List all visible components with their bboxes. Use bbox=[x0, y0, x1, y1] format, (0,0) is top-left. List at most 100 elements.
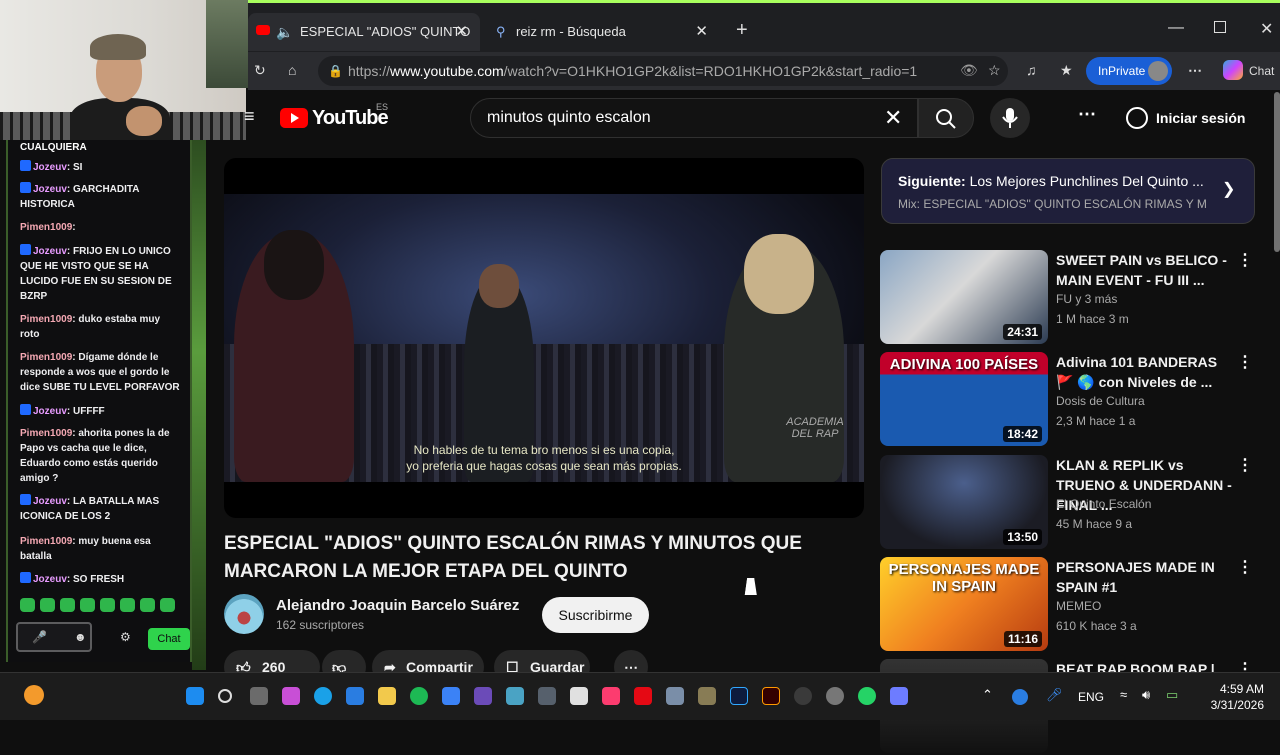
app-icon[interactable] bbox=[538, 687, 556, 705]
youtube-logo[interactable]: YouTube bbox=[280, 106, 389, 130]
chat-username[interactable]: Pimen1009 bbox=[20, 536, 72, 547]
start-icon[interactable] bbox=[186, 687, 204, 705]
scrollbar[interactable] bbox=[1274, 92, 1280, 252]
close-tab-icon[interactable]: ✕ bbox=[695, 13, 708, 51]
more-options-icon[interactable]: ⋮ bbox=[1237, 352, 1253, 372]
chat-send-button[interactable]: Chat bbox=[148, 628, 190, 650]
tracking-prevention-icon[interactable]: 👁 bbox=[960, 62, 978, 79]
voice-search-button[interactable] bbox=[990, 98, 1030, 138]
refresh-icon[interactable]: ↻ bbox=[254, 62, 266, 79]
illustrator-icon[interactable] bbox=[762, 687, 780, 705]
chat-username[interactable]: Pimen1009 bbox=[20, 352, 72, 363]
video-title[interactable]: SWEET PAIN vs BELICO - MAIN EVENT - FU I… bbox=[1056, 250, 1232, 290]
chat-username[interactable]: Pimen1009 bbox=[20, 222, 72, 233]
maximize-icon[interactable] bbox=[1214, 21, 1226, 33]
chat-username[interactable]: Jozeuv bbox=[33, 184, 67, 195]
channel-name[interactable]: Alejandro Joaquin Barcelo Suárez bbox=[276, 597, 519, 614]
search-input[interactable]: minutos quinto escalon bbox=[470, 98, 918, 138]
channel-name[interactable]: MEMEO bbox=[1056, 599, 1101, 613]
whatsapp-icon[interactable] bbox=[858, 687, 876, 705]
chat-username[interactable]: Pimen1009 bbox=[20, 314, 72, 325]
new-tab-icon[interactable]: + bbox=[736, 19, 748, 42]
recommended-video[interactable]: PERSONAJES MADE IN SPAIN 11:16 PERSONAJES … bbox=[880, 557, 1260, 653]
recommended-video[interactable]: ADIVINA 100 PAÍSES 18:42 Adivina 101 BANDE… bbox=[880, 352, 1260, 448]
battery-icon[interactable]: ▭ bbox=[1166, 687, 1178, 703]
emoji-icon[interactable]: ☻ bbox=[74, 630, 87, 644]
widgets-icon[interactable] bbox=[24, 685, 44, 705]
app-icon[interactable] bbox=[474, 687, 492, 705]
settings-icon[interactable] bbox=[826, 687, 844, 705]
pen-icon[interactable] bbox=[570, 687, 588, 705]
copilot-taskbar-icon[interactable] bbox=[282, 687, 300, 705]
recommended-video[interactable]: 13:50 KLAN & REPLIK vs TRUENO & UNDERDANN… bbox=[880, 455, 1260, 551]
channel-name[interactable]: El Quinto Escalón bbox=[1056, 497, 1151, 511]
subscribe-button[interactable]: Suscribirme bbox=[542, 597, 649, 633]
chat-username[interactable]: Jozeuv bbox=[33, 574, 67, 585]
photoshop-icon[interactable] bbox=[730, 687, 748, 705]
copilot-button[interactable]: Chat bbox=[1223, 57, 1274, 85]
up-next-panel[interactable]: Siguiente: Los Mejores Punchlines Del Qu… bbox=[881, 158, 1255, 224]
chat-input[interactable]: 🎤 ☻ bbox=[16, 622, 92, 652]
video-thumbnail[interactable]: ADIVINA 100 PAÍSES 18:42 bbox=[880, 352, 1048, 446]
chevron-down-icon[interactable]: ❯ bbox=[1222, 179, 1235, 199]
volume-icon[interactable]: 🔊︎ bbox=[1142, 687, 1150, 703]
chat-username[interactable]: Jozeuv bbox=[33, 496, 67, 507]
video-title[interactable]: Adivina 101 BANDERAS 🚩 🌎 con Niveles de … bbox=[1056, 352, 1232, 392]
channel-name[interactable]: Dosis de Cultura bbox=[1056, 394, 1145, 408]
more-options-icon[interactable]: ⋯ bbox=[1078, 104, 1096, 125]
speaker-icon[interactable]: 🔈 bbox=[276, 13, 293, 51]
file-explorer-icon[interactable] bbox=[378, 687, 396, 705]
app-icon[interactable] bbox=[506, 687, 524, 705]
chevron-up-icon[interactable]: ⌃ bbox=[982, 687, 993, 703]
video-thumbnail[interactable]: 24:31 bbox=[880, 250, 1048, 344]
language-indicator[interactable]: ENG bbox=[1078, 690, 1104, 704]
spotify-icon[interactable] bbox=[410, 687, 428, 705]
inprivate-badge[interactable]: InPrivate bbox=[1086, 57, 1172, 85]
more-options-icon[interactable]: ⋮ bbox=[1237, 455, 1253, 475]
video-player[interactable]: No hables de tu tema bro menos si es una… bbox=[224, 158, 864, 518]
chat-username[interactable]: Pimen1009 bbox=[20, 428, 72, 439]
more-menu-icon[interactable]: ⋯ bbox=[1188, 62, 1202, 79]
chat-username[interactable]: Jozeuv bbox=[33, 162, 67, 173]
more-options-icon[interactable]: ⋮ bbox=[1237, 250, 1253, 270]
tab-youtube[interactable]: 🔈 ESPECIAL "ADIOS" QUINTO ES ✕ bbox=[248, 13, 480, 77]
video-thumbnail[interactable]: PERSONAJES MADE IN SPAIN 11:16 bbox=[880, 557, 1048, 651]
gear-icon[interactable]: ⚙ bbox=[120, 630, 131, 644]
app-icon[interactable] bbox=[698, 687, 716, 705]
task-view-icon[interactable] bbox=[250, 687, 268, 705]
document-icon[interactable] bbox=[666, 687, 684, 705]
onedrive-icon[interactable] bbox=[1012, 689, 1028, 705]
store-icon[interactable] bbox=[346, 687, 364, 705]
close-tab-icon[interactable]: ✕ bbox=[455, 13, 468, 51]
url-field[interactable]: 🔒 https://www.youtube.com/watch?v=O1HKHO… bbox=[318, 56, 1008, 86]
clock[interactable]: 4:59 AM 3/31/2026 bbox=[1198, 681, 1264, 713]
home-icon[interactable]: ⌂ bbox=[288, 62, 296, 78]
chat-username[interactable]: Jozeuv bbox=[33, 246, 67, 257]
search-icon[interactable] bbox=[218, 689, 232, 703]
menu-icon[interactable]: ≡ bbox=[244, 106, 255, 127]
search-button[interactable] bbox=[918, 98, 974, 138]
channel-avatar[interactable] bbox=[224, 594, 264, 634]
favorite-star-icon[interactable]: ☆ bbox=[988, 62, 1001, 79]
netflix-icon[interactable] bbox=[634, 687, 652, 705]
edge-icon[interactable] bbox=[314, 687, 332, 705]
app-icon[interactable] bbox=[890, 687, 908, 705]
clear-search-icon[interactable]: ✕ bbox=[884, 105, 902, 131]
wifi-icon[interactable]: ≈ bbox=[1120, 687, 1127, 702]
shield-icon[interactable] bbox=[442, 687, 460, 705]
minimize-icon[interactable]: — bbox=[1168, 19, 1184, 37]
more-options-icon[interactable]: ⋮ bbox=[1237, 557, 1253, 577]
video-thumbnail[interactable]: 13:50 bbox=[880, 455, 1048, 549]
app-icon[interactable] bbox=[794, 687, 812, 705]
extensions-icon[interactable]: ♫ bbox=[1026, 62, 1037, 78]
microphone-icon[interactable]: 🎤︎ bbox=[1046, 687, 1063, 703]
music-icon[interactable] bbox=[602, 687, 620, 705]
close-window-icon[interactable]: ✕ bbox=[1260, 19, 1273, 39]
chat-username[interactable]: Jozeuv bbox=[33, 406, 67, 417]
tab-search[interactable]: ⚲ reiz rm - Búsqueda ✕ bbox=[488, 13, 720, 51]
sign-in-button[interactable]: Iniciar sesión bbox=[1126, 104, 1245, 132]
video-title[interactable]: PERSONAJES MADE IN SPAIN #1 bbox=[1056, 557, 1232, 597]
favorites-icon[interactable]: ★ bbox=[1060, 62, 1073, 79]
channel-name[interactable]: FU y 3 más bbox=[1056, 292, 1117, 306]
recommended-video[interactable]: 24:31 SWEET PAIN vs BELICO - MAIN EVENT -… bbox=[880, 250, 1260, 346]
